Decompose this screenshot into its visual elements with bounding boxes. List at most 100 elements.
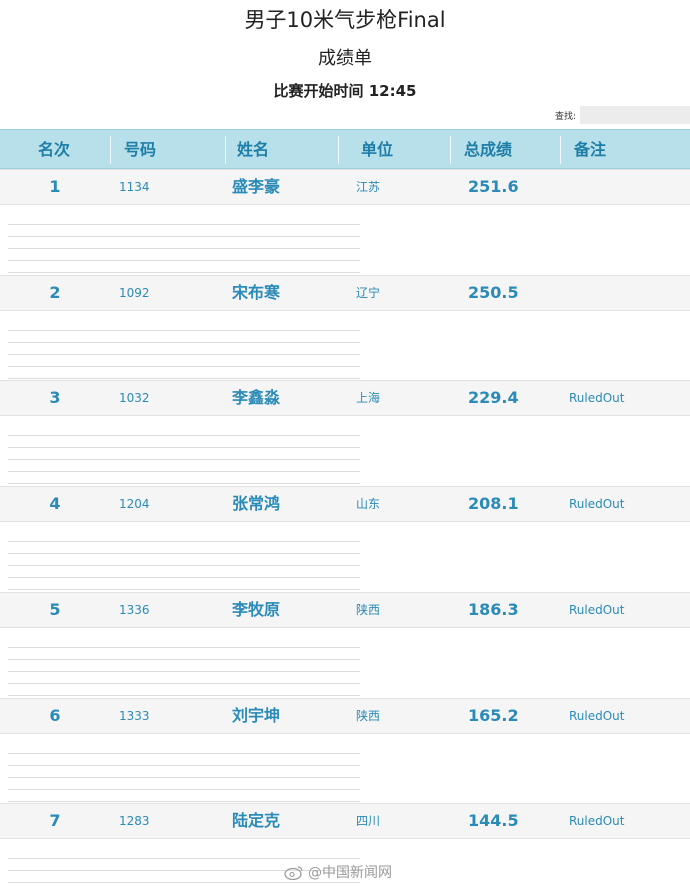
column-header-name[interactable]: 姓名: [237, 130, 269, 170]
column-header-number[interactable]: 号码: [124, 130, 156, 170]
series-detail-lines: [8, 530, 360, 590]
note-cell: RuledOut: [569, 391, 625, 405]
detail-line: [8, 237, 360, 249]
detail-line: [8, 742, 360, 754]
number-cell: 1092: [119, 286, 150, 300]
column-header-rank[interactable]: 名次: [38, 130, 70, 170]
note-cell: RuledOut: [569, 497, 625, 511]
column-header-unit[interactable]: 单位: [361, 130, 393, 170]
detail-line: [8, 436, 360, 448]
search-label: 查找:: [554, 111, 576, 122]
page-subtitle: 成绩单: [318, 48, 372, 69]
table-row[interactable]: 1 1134 盛李豪 江苏 251.6: [0, 169, 690, 275]
detail-line: [8, 542, 360, 554]
detail-line: [8, 883, 360, 887]
number-cell: 1134: [119, 180, 150, 194]
table-header: 名次 号码 姓名 单位 总成绩 备注: [0, 129, 690, 169]
score-cell: 251.6: [468, 177, 519, 196]
number-cell: 1333: [119, 709, 150, 723]
detail-line: [8, 648, 360, 660]
series-detail-lines: [8, 319, 360, 379]
detail-line: [8, 578, 360, 590]
score-cell: 250.5: [468, 283, 519, 302]
detail-line: [8, 261, 360, 273]
detail-line: [8, 566, 360, 578]
rank-cell: 7: [49, 811, 61, 830]
search-input[interactable]: [580, 106, 690, 124]
page-title: 男子10米气步枪Final: [244, 8, 446, 32]
column-divider: [225, 136, 226, 164]
name-cell: 李鑫淼: [232, 388, 281, 407]
weibo-icon: [284, 866, 303, 880]
table-row[interactable]: 6 1333 刘宇坤 陕西 165.2 RuledOut: [0, 698, 690, 804]
score-cell: 186.3: [468, 600, 519, 619]
search-bar: 查找:: [555, 106, 690, 124]
note-cell: RuledOut: [569, 603, 625, 617]
name-cell: 宋布寒: [232, 283, 281, 302]
series-detail-lines: [8, 213, 360, 273]
table-row[interactable]: 4 1204 张常鸿 山东 208.1 RuledOut: [0, 486, 690, 592]
series-detail-lines: [8, 424, 360, 484]
unit-cell: 江苏: [356, 180, 381, 194]
unit-cell: 山东: [356, 497, 381, 511]
rank-cell: 6: [49, 706, 61, 725]
series-detail-lines: [8, 636, 360, 696]
watermark: @中国新闻网: [284, 862, 392, 882]
rank-cell: 4: [49, 494, 61, 513]
detail-line: [8, 530, 360, 542]
name-cell: 盛李豪: [232, 177, 281, 196]
detail-line: [8, 660, 360, 672]
name-cell: 刘宇坤: [232, 706, 281, 725]
table-row[interactable]: 2 1092 宋布寒 辽宁 250.5: [0, 275, 690, 381]
name-cell: 陆定克: [232, 811, 281, 830]
rank-cell: 3: [49, 388, 61, 407]
unit-cell: 辽宁: [356, 286, 381, 300]
score-cell: 144.5: [468, 811, 519, 830]
column-divider: [338, 136, 339, 164]
number-cell: 1336: [119, 603, 150, 617]
unit-cell: 陕西: [356, 709, 381, 723]
unit-cell: 四川: [356, 814, 381, 828]
detail-line: [8, 684, 360, 696]
column-header-note[interactable]: 备注: [574, 130, 606, 170]
detail-line: [8, 766, 360, 778]
rank-cell: 1: [49, 177, 61, 196]
name-cell: 张常鸿: [232, 494, 281, 513]
score-cell: 229.4: [468, 388, 519, 407]
column-header-score[interactable]: 总成绩: [464, 130, 512, 170]
score-cell: 208.1: [468, 494, 519, 513]
detail-line: [8, 319, 360, 331]
name-cell: 李牧原: [232, 600, 281, 619]
note-cell: RuledOut: [569, 709, 625, 723]
number-cell: 1032: [119, 391, 150, 405]
detail-line: [8, 636, 360, 648]
unit-cell: 陕西: [356, 603, 381, 617]
number-cell: 1283: [119, 814, 150, 828]
detail-line: [8, 554, 360, 566]
detail-line: [8, 448, 360, 460]
number-cell: 1204: [119, 497, 150, 511]
detail-line: [8, 847, 360, 859]
series-detail-lines: [8, 742, 360, 802]
detail-line: [8, 355, 360, 367]
column-divider: [450, 136, 451, 164]
detail-line: [8, 343, 360, 355]
detail-line: [8, 460, 360, 472]
unit-cell: 上海: [356, 391, 381, 405]
table-row[interactable]: 3 1032 李鑫淼 上海 229.4 RuledOut: [0, 380, 690, 486]
score-cell: 165.2: [468, 706, 519, 725]
detail-line: [8, 472, 360, 484]
detail-line: [8, 225, 360, 237]
detail-line: [8, 213, 360, 225]
rank-cell: 2: [49, 283, 61, 302]
detail-line: [8, 778, 360, 790]
detail-line: [8, 249, 360, 261]
note-cell: RuledOut: [569, 814, 625, 828]
start-time: 比赛开始时间 12:45: [273, 82, 417, 100]
detail-line: [8, 672, 360, 684]
detail-line: [8, 790, 360, 802]
column-divider: [110, 136, 111, 164]
detail-line: [8, 331, 360, 343]
table-row[interactable]: 5 1336 李牧原 陕西 186.3 RuledOut: [0, 592, 690, 698]
column-divider: [560, 136, 561, 164]
